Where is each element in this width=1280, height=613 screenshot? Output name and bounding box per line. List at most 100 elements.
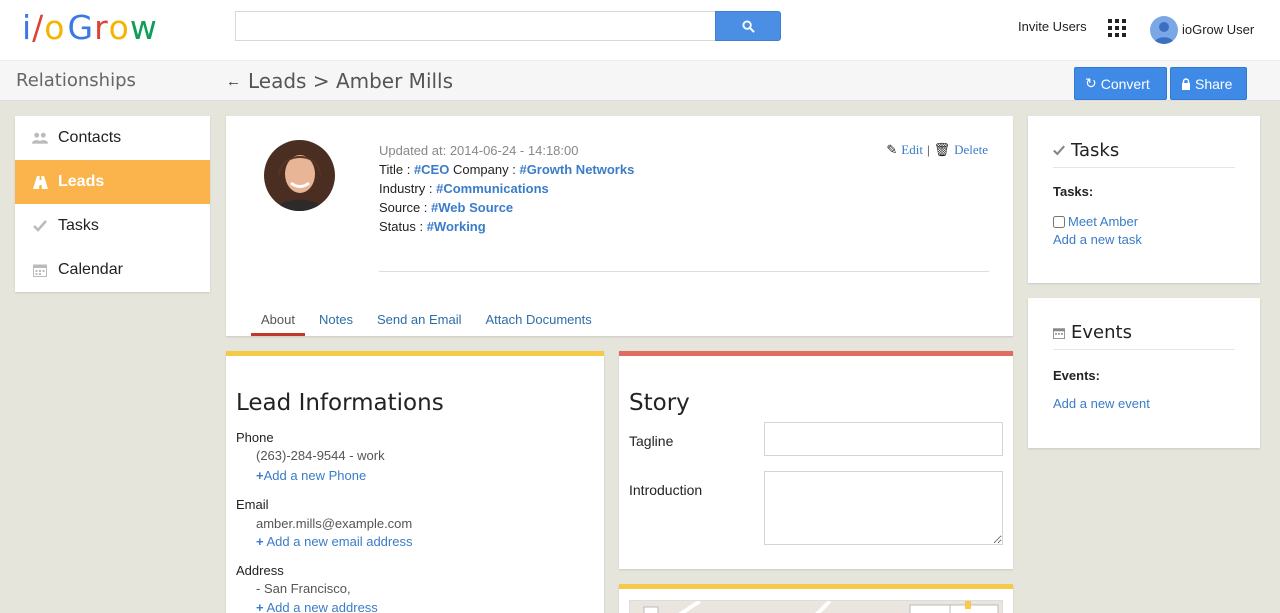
add-email-link[interactable]: + Add a new email address: [256, 534, 412, 549]
share-button[interactable]: Share: [1170, 67, 1247, 100]
delete-link[interactable]: Delete: [954, 142, 988, 158]
lead-info-card: Lead Informations Phone (263)-284-9544 -…: [226, 351, 604, 613]
check-icon: [32, 218, 48, 234]
sidebar-item-label: Leads: [58, 173, 105, 190]
breadcrumb: Leads > Amber Mills: [248, 69, 454, 93]
status-label: Status :: [379, 219, 424, 234]
title-label: Title :: [379, 162, 411, 177]
profile-card: Updated at: 2014-06-24 - 14:18:00 Title …: [226, 116, 1013, 336]
profile-tabs: About Notes Send an Email Attach Documen…: [251, 310, 606, 336]
sub-header: Relationships ← Leads > Amber Mills ↻ Co…: [0, 60, 1280, 101]
sidebar-item-tasks[interactable]: Tasks: [15, 204, 210, 248]
add-event-link[interactable]: Add a new event: [1053, 396, 1150, 411]
sidebar: Contacts Leads Tasks Calendar: [15, 116, 210, 292]
lead-details: Updated at: 2014-06-24 - 14:18:00 Title …: [379, 141, 634, 236]
lead-photo: [264, 140, 335, 211]
sidebar-item-leads[interactable]: Leads: [15, 160, 210, 204]
search-icon: [741, 19, 755, 33]
industry-label: Industry :: [379, 181, 433, 196]
story-card: Story Tagline Introduction: [619, 351, 1013, 569]
app-logo[interactable]: i/o Grow: [22, 8, 158, 47]
plus-icon: +: [256, 468, 264, 483]
edit-delete-actions: ✎ Edit | 🗑 Delete: [886, 142, 988, 158]
logo-letter: r: [94, 8, 109, 47]
convert-button[interactable]: ↻ Convert: [1074, 67, 1167, 100]
tab-notes[interactable]: Notes: [309, 310, 363, 336]
trash-icon: 🗑: [933, 142, 951, 157]
map-view[interactable]: [629, 599, 1003, 613]
events-card: Events Events: Add a new event: [1028, 298, 1260, 448]
logo-letter: /: [32, 8, 45, 47]
add-address-link[interactable]: + Add a new address: [256, 600, 378, 613]
tasks-card: Tasks Tasks: Meet Amber Add a new task: [1028, 116, 1260, 283]
calendar-icon: [1053, 327, 1065, 339]
events-heading: Events: [1053, 322, 1132, 343]
share-label: Share: [1195, 75, 1233, 92]
company-value[interactable]: #Growth Networks: [519, 162, 634, 177]
plus-icon: +: [256, 534, 264, 549]
task-checkbox[interactable]: [1053, 215, 1065, 228]
logo-letter: w: [129, 8, 158, 47]
map-card: [619, 584, 1013, 613]
email-value: amber.mills@example.com: [256, 516, 413, 531]
plus-icon: +: [256, 600, 264, 613]
back-arrow-icon[interactable]: ←: [226, 73, 241, 90]
company-label: Company :: [452, 162, 516, 177]
divider: [1053, 167, 1235, 168]
add-task-link[interactable]: Add a new task: [1053, 232, 1142, 247]
tab-attach-documents[interactable]: Attach Documents: [476, 310, 602, 336]
introduction-label: Introduction: [629, 482, 703, 498]
status-value[interactable]: #Working: [427, 219, 486, 234]
lead-info-heading: Lead Informations: [236, 390, 444, 416]
search-input[interactable]: [235, 11, 717, 41]
search-button[interactable]: [715, 11, 781, 41]
tab-about[interactable]: About: [251, 310, 305, 336]
add-phone-link[interactable]: +Add a new Phone: [256, 468, 366, 483]
section-title: Relationships: [16, 70, 136, 91]
tasks-heading: Tasks: [1053, 140, 1119, 161]
task-item: Meet Amber: [1053, 214, 1138, 229]
phone-value: (263)-284-9544 - work: [256, 448, 385, 463]
phone-label: Phone: [236, 430, 274, 445]
logo-letter: o: [44, 8, 66, 47]
source-label: Source :: [379, 200, 428, 215]
refresh-icon: ↻: [1085, 75, 1097, 91]
edit-link[interactable]: Edit: [901, 142, 923, 158]
map-graphic: [643, 599, 999, 613]
tab-send-email[interactable]: Send an Email: [367, 310, 472, 336]
pencil-icon: ✎: [886, 142, 898, 157]
introduction-textarea[interactable]: [764, 471, 1003, 545]
invite-users-link[interactable]: Invite Users: [1018, 19, 1087, 34]
user-name[interactable]: ioGrow User: [1182, 22, 1254, 37]
road-icon: [32, 174, 48, 190]
source-value[interactable]: #Web Source: [431, 200, 513, 215]
tagline-label: Tagline: [629, 433, 674, 449]
users-icon: [32, 130, 48, 146]
story-heading: Story: [629, 390, 690, 416]
address-value: - San Francisco,: [256, 581, 351, 596]
sidebar-item-label: Calendar: [58, 261, 123, 278]
top-bar: i/o Grow Invite Users ioGrow User: [0, 0, 1280, 60]
events-sublabel: Events:: [1053, 368, 1100, 383]
task-link[interactable]: Meet Amber: [1068, 214, 1138, 229]
check-icon: [1053, 145, 1065, 156]
sidebar-item-contacts[interactable]: Contacts: [15, 116, 210, 160]
logo-letter: i: [22, 8, 33, 47]
logo-letter: G: [67, 8, 95, 47]
address-label: Address: [236, 563, 284, 578]
email-label: Email: [236, 497, 269, 512]
updated-timestamp: Updated at: 2014-06-24 - 14:18:00: [379, 143, 579, 158]
apps-grid-icon[interactable]: [1108, 19, 1126, 37]
industry-value[interactable]: #Communications: [436, 181, 549, 196]
sidebar-item-calendar[interactable]: Calendar: [15, 248, 210, 292]
calendar-icon: [32, 262, 48, 278]
tasks-sublabel: Tasks:: [1053, 184, 1094, 199]
title-value[interactable]: #CEO: [414, 162, 449, 177]
user-avatar[interactable]: [1150, 16, 1178, 44]
sidebar-item-label: Contacts: [58, 129, 122, 146]
convert-label: Convert: [1100, 75, 1150, 92]
divider: [379, 271, 989, 272]
logo-letter: o: [108, 8, 130, 47]
lock-icon: [1182, 77, 1190, 90]
tagline-input[interactable]: [764, 422, 1003, 456]
